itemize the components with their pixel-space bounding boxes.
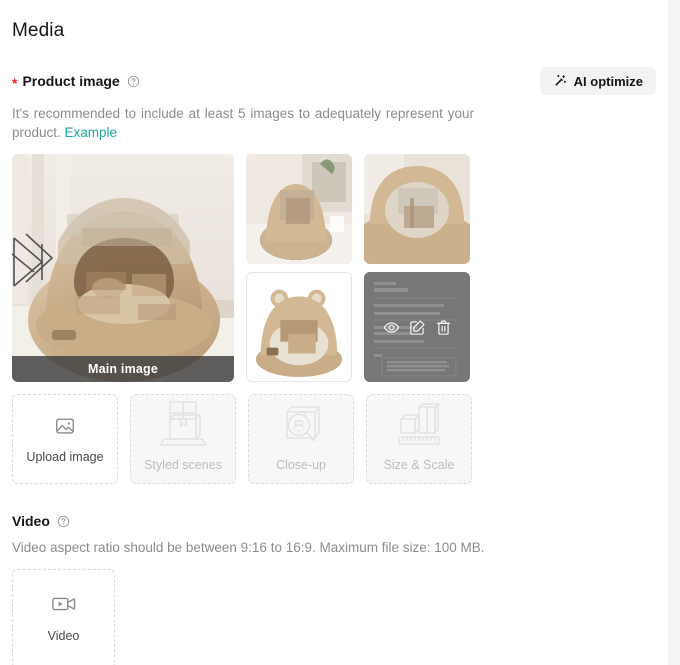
thumbnail-5-hover-overlay xyxy=(364,272,470,382)
main-image-tile[interactable]: Main image xyxy=(12,154,234,382)
size-scale-label: Size & Scale xyxy=(383,458,455,472)
close-up-icon xyxy=(275,401,327,452)
thumbnail-3-photo xyxy=(364,154,470,264)
media-content: Media * Product image AI optimize It's r… xyxy=(0,0,668,665)
thumbnail-2-tile[interactable] xyxy=(246,154,352,264)
product-image-grid: Main image xyxy=(12,154,474,382)
media-page: Media * Product image AI optimize It's r… xyxy=(0,0,680,665)
size-scale-card[interactable]: Size & Scale xyxy=(366,394,472,484)
product-image-label-group: * Product image xyxy=(12,73,140,91)
eye-icon[interactable] xyxy=(383,319,400,336)
image-upload-icon xyxy=(54,415,76,442)
styled-scenes-card[interactable]: Styled scenes xyxy=(130,394,236,484)
video-upload-card[interactable]: Video xyxy=(12,569,115,665)
close-up-label: Close-up xyxy=(275,458,327,472)
thumbnail-4-photo xyxy=(247,273,351,381)
styled-scenes-label: Styled scenes xyxy=(144,458,222,472)
thumbnail-4-tile[interactable] xyxy=(246,272,352,382)
question-circle-icon[interactable] xyxy=(127,75,140,88)
edit-square-icon[interactable] xyxy=(409,319,426,336)
main-image-photo xyxy=(12,154,234,382)
thumbnail-3-tile[interactable] xyxy=(364,154,470,264)
ai-optimize-label: AI optimize xyxy=(573,73,643,89)
product-image-label: Product image xyxy=(22,73,120,89)
magic-wand-icon xyxy=(553,74,567,88)
question-circle-icon[interactable] xyxy=(57,515,70,528)
product-image-header: * Product image AI optimize xyxy=(12,67,656,95)
ai-optimize-button[interactable]: AI optimize xyxy=(539,67,656,95)
product-image-helper-text: It's recommended to include at least 5 i… xyxy=(12,104,474,142)
video-camera-icon xyxy=(51,595,76,618)
styled-scenes-icon xyxy=(155,401,211,452)
size-scale-icon xyxy=(391,403,447,452)
right-gutter xyxy=(668,0,680,665)
required-asterisk: * xyxy=(12,75,18,91)
close-up-card[interactable]: Close-up xyxy=(248,394,354,484)
example-link[interactable]: Example xyxy=(65,125,118,140)
thumbnail-5-tile[interactable] xyxy=(364,272,470,382)
video-label: Video xyxy=(12,513,50,529)
thumbnail-2-photo xyxy=(246,154,352,264)
upload-image-label: Upload image xyxy=(26,449,104,464)
video-upload-label: Video xyxy=(47,629,80,643)
trash-icon[interactable] xyxy=(435,319,452,336)
video-helper-text: Video aspect ratio should be between 9:1… xyxy=(12,540,485,555)
upload-image-card[interactable]: Upload image xyxy=(12,394,118,484)
main-image-caption: Main image xyxy=(12,356,234,382)
page-title: Media xyxy=(12,20,65,41)
image-placeholder-row: Upload image Styled scenes Close-up Size… xyxy=(12,394,474,484)
video-section-header: Video xyxy=(12,513,656,529)
